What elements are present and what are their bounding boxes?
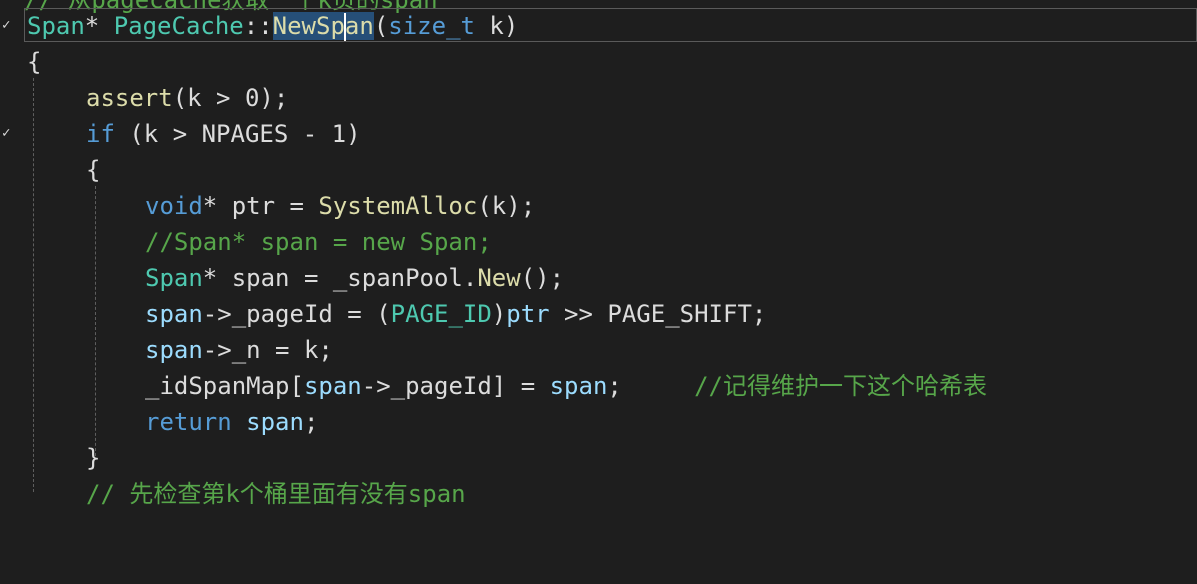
code-text: ; [607, 372, 622, 400]
close-brace: } [86, 444, 101, 472]
open-brace: { [86, 156, 101, 184]
indent-guide-inner [95, 186, 96, 456]
comment: //记得维护一下这个哈希表 [694, 372, 987, 400]
code-text: (); [520, 264, 565, 292]
comment: // 先检查第k个桶里面有没有span [86, 480, 466, 508]
code-line-14[interactable]: // 先检查第k个桶里面有没有span [0, 476, 466, 512]
param-type: size_t [388, 12, 475, 40]
code-line-5[interactable]: { [0, 152, 100, 188]
assert-call: assert [86, 84, 173, 112]
fn-name-part2: an [344, 12, 374, 40]
code-line-2[interactable]: { [0, 44, 58, 80]
code-text: ; [303, 408, 319, 436]
code-line-1[interactable]: Span* PageCache::NewSpan(size_t k) [0, 8, 518, 44]
open-paren: ( [373, 12, 389, 40]
variable: span [145, 336, 203, 364]
if-keyword: if [86, 120, 115, 148]
selected-function-name[interactable]: NewSpan [272, 12, 374, 41]
code-line-11[interactable]: _idSpanMap[span->_pageId] = span; //记得维护… [0, 368, 987, 404]
code-line-4[interactable]: if (k > NPAGES - 1) [0, 116, 361, 152]
return-keyword: return [145, 408, 232, 436]
code-line-12[interactable]: return span; [0, 404, 318, 440]
code-text: >> PAGE_SHIFT; [549, 300, 767, 328]
code-text: ) [491, 300, 507, 328]
function-call: New [477, 264, 521, 292]
close-paren: ) [503, 12, 519, 40]
code-text: _idSpanMap[ [145, 372, 304, 400]
variable: ptr [506, 300, 550, 328]
code-line-10[interactable]: span->_n = k; [0, 332, 333, 368]
code-line-6[interactable]: void* ptr = SystemAlloc(k); [0, 188, 535, 224]
code-text: ->_pageId = ( [202, 300, 391, 328]
code-editor[interactable]: // 从pagecache获取一个k页的span ✓ ✓ Span* PageC… [0, 0, 1197, 508]
function-call: SystemAlloc [318, 192, 478, 220]
variable: span [231, 408, 304, 436]
assert-args: (k > 0); [172, 84, 289, 112]
code-text: ->_pageId] = [361, 372, 550, 400]
code-line-7[interactable]: //Span* span = new Span; [0, 224, 492, 260]
variable: span [303, 372, 362, 400]
code-text: (k); [477, 192, 536, 220]
code-line-8[interactable]: Span* span = _spanPool.New(); [0, 260, 564, 296]
return-type: Span [27, 12, 85, 40]
code-line-3[interactable]: assert(k > 0); [0, 80, 288, 116]
pointer-star: * [84, 12, 100, 40]
fn-name-part1: NewSp [272, 12, 345, 40]
type-name: Span [145, 264, 203, 292]
code-line-13[interactable]: } [0, 440, 100, 476]
code-line-9[interactable]: span->_pageId = (PAGE_ID)ptr >> PAGE_SHI… [0, 296, 766, 332]
open-brace: { [27, 48, 42, 76]
class-name: PageCache [113, 12, 244, 40]
comment: //Span* span = new Span; [145, 228, 492, 256]
type-keyword: void [145, 192, 203, 220]
if-condition: (k > NPAGES - 1) [114, 120, 361, 148]
param-name: k [489, 12, 504, 40]
scope-operator: :: [243, 12, 273, 40]
variable: span [145, 300, 203, 328]
code-text: * ptr = [202, 192, 319, 220]
variable: span [549, 372, 608, 400]
code-text: * span = _spanPool. [202, 264, 478, 292]
code-text: ->_n = k; [202, 336, 333, 364]
macro-type: PAGE_ID [390, 300, 492, 328]
